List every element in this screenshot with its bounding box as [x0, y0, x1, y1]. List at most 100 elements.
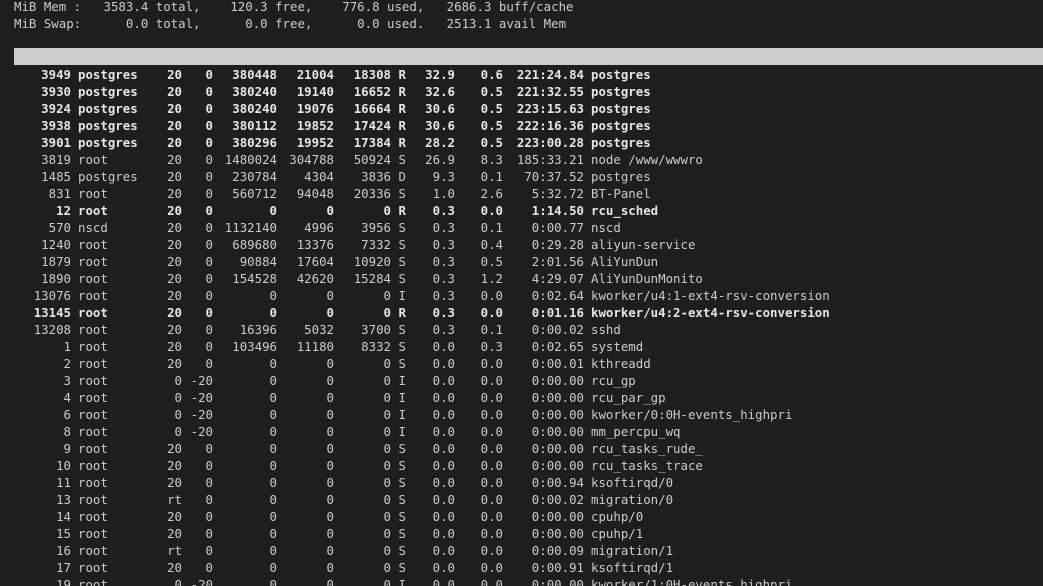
cell-shr: 0: [383, 441, 391, 456]
cell-cmd: kworker/u4:1-ext4-rsv-conversion: [591, 288, 830, 303]
cell-user: root: [78, 152, 108, 167]
cell-ni: -20: [190, 390, 213, 405]
cell-s: R: [398, 135, 406, 150]
cell-res: 0: [326, 458, 334, 473]
cell-cpu: 0.0: [432, 543, 455, 558]
cell-shr: 0: [383, 458, 391, 473]
cell-shr: 3956: [361, 220, 391, 235]
cell-ni: 0: [205, 152, 213, 167]
cell-cmd: cpuhp/0: [591, 509, 644, 524]
cell-ni: 0: [205, 458, 213, 473]
process-row: 4 root 0 -20 0 0 0 I 0.0 0.0 0:00.00 rcu_par_gp: [14, 389, 666, 406]
cell-ni: 0: [205, 305, 213, 320]
cell-pid: 13: [56, 492, 71, 507]
process-row: 19 root 0 -20 0 0 0 I 0.0 0.0 0:00.00 kworker/1:0H-…: [14, 576, 792, 586]
cell-user: root: [78, 509, 108, 524]
cell-cmd: nscd: [591, 220, 621, 235]
cell-ni: 0: [205, 67, 213, 82]
cell-shr: 0: [383, 390, 391, 405]
cell-pr: 20: [167, 356, 182, 371]
process-row: 13076 root 20 0 0 0 0 I 0.3 0.0 0:02.64 kworker/u4:…: [14, 287, 830, 304]
cell-shr: 0: [383, 577, 391, 586]
cell-cpu: 30.6: [425, 118, 455, 133]
cell-shr: 16664: [353, 101, 391, 116]
cell-cmd: rcu_par_gp: [591, 390, 666, 405]
cell-time: 221:32.55: [516, 84, 584, 99]
cell-pid: 14: [56, 509, 71, 524]
cell-mem: 0.0: [480, 424, 503, 439]
cell-virt: 0: [269, 203, 277, 218]
cell-res: 21004: [296, 67, 334, 82]
cell-pid: 1485: [41, 169, 71, 184]
cell-shr: 3700: [361, 322, 391, 337]
cell-s: S: [398, 152, 406, 167]
cell-pid: 3949: [41, 67, 71, 82]
cell-virt: 380296: [232, 135, 277, 150]
cell-res: 0: [326, 475, 334, 490]
cell-cmd: cpuhp/1: [591, 526, 644, 541]
cell-virt: 380112: [232, 118, 277, 133]
cell-shr: 18308: [353, 67, 391, 82]
cell-mem: 0.5: [480, 118, 503, 133]
cell-cpu: 0.3: [432, 322, 455, 337]
cell-ni: 0: [205, 322, 213, 337]
cell-pr: 0: [174, 407, 182, 422]
cell-time: 0:00.00: [531, 526, 584, 541]
cell-ni: 0: [205, 220, 213, 235]
cell-virt: 0: [269, 390, 277, 405]
cell-cmd: postgres: [591, 118, 651, 133]
cell-time: 5:32.72: [531, 186, 584, 201]
cell-mem: 0.6: [480, 67, 503, 82]
cell-res: 0: [326, 203, 334, 218]
cell-time: 0:00.00: [531, 577, 584, 586]
cell-res: 42620: [296, 271, 334, 286]
cell-ni: 0: [205, 135, 213, 150]
cell-shr: 20336: [353, 186, 391, 201]
cell-user: root: [78, 237, 108, 252]
cell-pr: rt: [167, 492, 182, 507]
cell-res: 0: [326, 390, 334, 405]
cell-time: 185:33.21: [516, 152, 584, 167]
cell-s: R: [398, 118, 406, 133]
cell-ni: 0: [205, 526, 213, 541]
cell-user: postgres: [78, 135, 138, 150]
process-row: 16 root rt 0 0 0 0 S 0.0 0.0 0:00.09 migration/1: [14, 542, 673, 559]
cell-time: 0:00.77: [531, 220, 584, 235]
cell-s: R: [398, 84, 406, 99]
cell-shr: 0: [383, 560, 391, 575]
cell-pid: 1240: [41, 237, 71, 252]
cell-pid: 3819: [41, 152, 71, 167]
cell-cpu: 0.0: [432, 390, 455, 405]
cell-shr: 8332: [361, 339, 391, 354]
cell-cmd: postgres: [591, 84, 651, 99]
cell-pr: 0: [174, 424, 182, 439]
cell-pr: 20: [167, 67, 182, 82]
process-row: 3930 postgres 20 0 380240 19140 16652 R 32.6 0.5 2…: [14, 83, 651, 100]
cell-ni: 0: [205, 288, 213, 303]
cell-res: 0: [326, 577, 334, 586]
cell-s: S: [398, 186, 406, 201]
cell-pid: 831: [48, 186, 71, 201]
cell-user: root: [78, 390, 108, 405]
cell-cpu: 28.2: [425, 135, 455, 150]
cell-cmd: kworker/0:0H-events_highpri: [591, 407, 793, 422]
cell-virt: 380240: [232, 101, 277, 116]
cell-cpu: 0.0: [432, 356, 455, 371]
cell-cmd: ksoftirqd/0: [591, 475, 674, 490]
cell-virt: 0: [269, 509, 277, 524]
cell-time: 0:01.16: [531, 305, 584, 320]
cell-time: 0:02.65: [531, 339, 584, 354]
cell-user: root: [78, 441, 108, 456]
cell-time: 0:00.00: [531, 390, 584, 405]
cell-time: 0:00.91: [531, 560, 584, 575]
cell-mem: 0.0: [480, 288, 503, 303]
cell-pr: 20: [167, 526, 182, 541]
cell-pr: 20: [167, 84, 182, 99]
cell-cmd: BT-Panel: [591, 186, 651, 201]
process-row: 3949 postgres 20 0 380448 21004 18308 R 32.9 0.6 2…: [14, 66, 651, 83]
cell-shr: 10920: [353, 254, 391, 269]
cell-res: 0: [326, 373, 334, 388]
cell-pid: 3924: [41, 101, 71, 116]
cell-shr: 0: [383, 492, 391, 507]
process-row: 2 root 20 0 0 0 0 S 0.0 0.0 0:00.01 kthreadd: [14, 355, 651, 372]
